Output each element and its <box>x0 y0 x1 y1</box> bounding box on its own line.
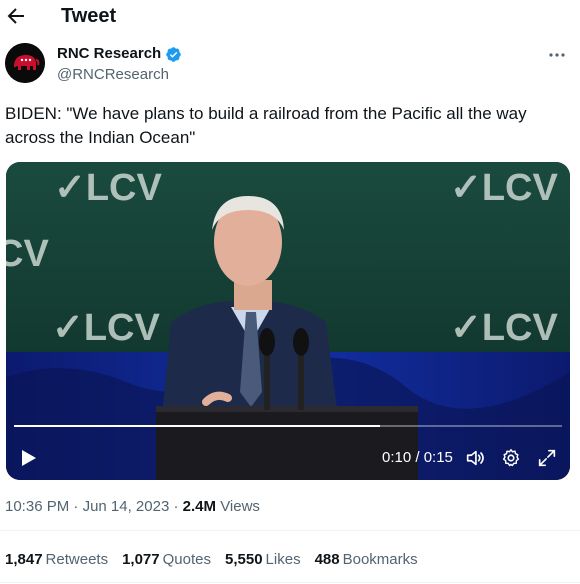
tweet-author: RNC Research @RNCResearch <box>5 43 575 87</box>
video-progress-bar[interactable] <box>14 425 562 427</box>
stat-likes[interactable]: 5,550 Likes <box>225 550 301 570</box>
video-frame: ✓LCV ✓LCV ✓LCV ✓LCV CV <box>6 162 570 480</box>
republican-elephant-icon <box>5 43 45 83</box>
tweet-text: BIDEN: "We have plans to build a railroa… <box>5 104 527 147</box>
backdrop-logo: ✓LCV <box>450 167 558 209</box>
stat-count: 1,077 <box>122 551 160 568</box>
divider <box>0 530 580 531</box>
more-options-icon[interactable] <box>547 45 567 65</box>
stat-count: 488 <box>314 551 340 568</box>
page-title: Tweet <box>61 5 117 27</box>
tweet-time[interactable]: 10:36 PM <box>5 498 69 515</box>
avatar[interactable] <box>5 43 45 83</box>
stat-label: Bookmarks <box>342 551 418 568</box>
meta-separator: · <box>73 498 79 515</box>
meta-separator: · <box>173 498 179 515</box>
backdrop-logo: ✓LCV <box>54 167 162 209</box>
divider <box>0 582 580 583</box>
stat-count: 1,847 <box>5 551 43 568</box>
video-time: 0:10 / 0:15 <box>382 449 453 466</box>
page-header: Tweet <box>0 0 580 34</box>
stat-label: Quotes <box>162 551 211 568</box>
engagement-stats: 1,847 Retweets 1,077 Quotes 5,550 Likes 488… <box>5 550 418 570</box>
svg-text:CV: CV <box>6 233 49 275</box>
author-name[interactable]: RNC Research <box>57 44 161 64</box>
video-progress-fill <box>14 425 380 427</box>
backdrop-logo: ✓LCV <box>450 307 558 349</box>
stat-retweets[interactable]: 1,847 Retweets <box>5 550 108 570</box>
views-label: Views <box>220 498 260 515</box>
tweet-meta: 10:36 PM · Jun 14, 2023 · 2.4M Views <box>5 497 260 517</box>
author-name-row: RNC Research <box>57 44 182 64</box>
fullscreen-icon[interactable] <box>536 447 558 469</box>
stat-count: 5,550 <box>225 551 263 568</box>
author-handle[interactable]: @RNCResearch <box>57 65 169 85</box>
views-count: 2.4M <box>182 498 217 515</box>
stat-bookmarks[interactable]: 488 Bookmarks <box>315 550 418 570</box>
verified-badge-icon <box>166 46 181 62</box>
arrow-left-icon[interactable] <box>4 4 28 28</box>
video-player[interactable]: ✓LCV ✓LCV ✓LCV ✓LCV CV 0:10 / 0:15 <box>6 162 570 480</box>
backdrop-logo: ✓LCV <box>52 307 160 349</box>
stat-label: Likes <box>265 551 301 568</box>
volume-icon[interactable] <box>464 447 486 469</box>
play-icon[interactable] <box>18 448 38 468</box>
stat-label: Retweets <box>45 551 109 568</box>
settings-gear-icon[interactable] <box>500 447 522 469</box>
stat-quotes[interactable]: 1,077 Quotes <box>122 550 211 570</box>
tweet-date[interactable]: Jun 14, 2023 <box>83 498 170 515</box>
